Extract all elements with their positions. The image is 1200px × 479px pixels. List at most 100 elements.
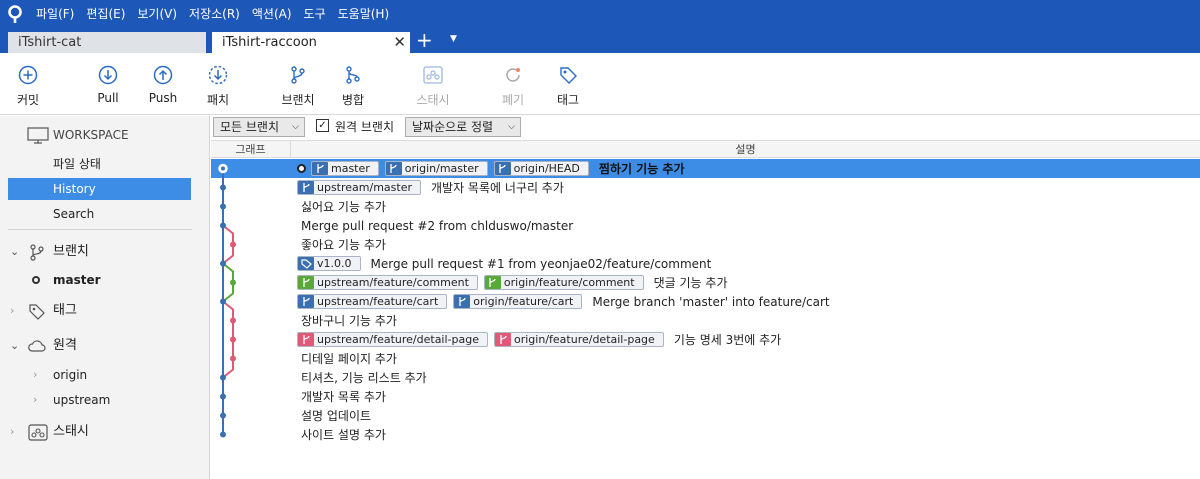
fetch-button[interactable]: 패치: [188, 65, 248, 108]
chevron-right-icon[interactable]: ›: [10, 300, 14, 322]
fetch-label: 패치: [206, 93, 230, 107]
commit-message: 디테일 페이지 추가: [301, 352, 397, 366]
sidebar-stashes-header[interactable]: › 스태시: [0, 421, 210, 443]
current-branch-icon: [297, 164, 306, 173]
branch-label: 브랜치: [281, 93, 315, 107]
sidebar-item-file-status[interactable]: 파일 상태: [0, 153, 210, 175]
sidebar-item-label: master: [53, 273, 101, 287]
branch-label-chip[interactable]: origin/feature/detail-page: [494, 332, 664, 347]
ref-name: v1.0.0: [317, 257, 352, 270]
commit-row[interactable]: upstream/feature/comment origin/feature/c…: [211, 273, 1200, 292]
push-button[interactable]: Push: [133, 65, 193, 105]
sidebar-item-history[interactable]: History: [8, 178, 191, 200]
commit-row[interactable]: master origin/master origin/HEAD 찜하기 기능 추가: [211, 159, 1200, 178]
commit-row-content: master origin/master origin/HEAD 찜하기 기능 추가: [297, 159, 685, 178]
ref-name: origin/HEAD: [513, 162, 580, 175]
toolbar: 커밋 Pull Push 패치 브랜치 병합 스태시 폐기 태그: [0, 53, 1200, 115]
graph-node-head-inner: [221, 166, 225, 171]
ref-name: origin/feature/detail-page: [514, 333, 655, 346]
commit-row[interactable]: 티셔츠, 기능 리스트 추가: [211, 368, 1200, 387]
commit-row[interactable]: upstream/feature/cart origin/feature/cart…: [211, 292, 1200, 311]
menu-item[interactable]: 액션(A): [246, 0, 298, 28]
commit-message: Merge pull request #2 from chlduswo/mast…: [301, 218, 574, 233]
menu-item[interactable]: 보기(V): [131, 0, 183, 28]
stash-button[interactable]: 스태시: [403, 65, 463, 108]
commit-button[interactable]: 커밋: [0, 65, 58, 108]
sort-dropdown[interactable]: 날짜순으로 정렬 ⌵: [405, 117, 521, 137]
commit-label: 커밋: [16, 93, 40, 107]
tag-label-chip[interactable]: v1.0.0: [297, 256, 361, 271]
branch-label-chip[interactable]: upstream/master: [297, 180, 421, 195]
branch-label-chip[interactable]: upstream/feature/detail-page: [297, 332, 488, 347]
merge-button[interactable]: 병합: [323, 65, 383, 108]
sidebar-item-label: History: [53, 182, 96, 196]
sidebar-item-upstream[interactable]: › upstream: [0, 389, 210, 411]
commit-row-content: 개발자 목록 추가: [297, 387, 386, 406]
menu-item[interactable]: 편집(E): [80, 0, 131, 28]
menu-item[interactable]: 도움말(H): [332, 0, 396, 28]
sidebar-tags-header[interactable]: › 태그: [0, 300, 210, 322]
branch-button[interactable]: 브랜치: [268, 65, 328, 108]
commit-row[interactable]: v1.0.0 Merge pull request #1 from yeonjae…: [211, 254, 1200, 273]
branch-label-chip[interactable]: origin/master: [384, 161, 488, 176]
commit-message: 찜하기 기능 추가: [598, 162, 685, 176]
close-icon[interactable]: ✕: [393, 32, 406, 53]
branch-label-chip[interactable]: origin/feature/comment: [483, 275, 644, 290]
menu-item[interactable]: 파일(F): [30, 0, 80, 28]
commit-row[interactable]: 좋아요 기능 추가: [211, 235, 1200, 254]
workspace-label: WORKSPACE: [53, 128, 129, 142]
menu-item[interactable]: 도구: [298, 0, 332, 28]
commit-row[interactable]: upstream/feature/detail-page origin/featu…: [211, 330, 1200, 349]
branch-label-chip[interactable]: origin/HEAD: [493, 161, 589, 176]
commit-row-content: 설명 업데이트: [297, 406, 371, 425]
sidebar-remotes-header[interactable]: ⌄ 원격: [0, 335, 210, 357]
branch-icon: [385, 162, 402, 175]
current-branch-icon: [32, 276, 40, 284]
branch-label-chip[interactable]: upstream/feature/cart: [297, 294, 448, 309]
tab-itshirt-raccoon[interactable]: iTshirt-raccoon ✕: [212, 32, 410, 53]
sidebar-item-label: Search: [53, 207, 95, 221]
sidebar-item-master[interactable]: master: [0, 269, 210, 291]
chevron-down-icon[interactable]: ⌄: [10, 335, 19, 357]
commit-row[interactable]: upstream/master 개발자 목록에 너구리 추가: [211, 178, 1200, 197]
discard-button[interactable]: 폐기: [483, 65, 543, 108]
column-description-header[interactable]: 설명: [291, 141, 1200, 158]
commit-row[interactable]: 개발자 목록 추가: [211, 387, 1200, 406]
commit-row[interactable]: Merge pull request #2 from chlduswo/mast…: [211, 216, 1200, 235]
sidebar-item-search[interactable]: Search: [0, 203, 210, 225]
commit-row[interactable]: 디테일 페이지 추가: [211, 349, 1200, 368]
chevron-right-icon[interactable]: ›: [33, 364, 37, 386]
tab-itshirt-cat[interactable]: iTshirt-cat: [8, 32, 206, 53]
chevron-down-icon[interactable]: ▼: [450, 34, 457, 44]
remote-branches-checkbox[interactable]: ✓: [316, 119, 329, 132]
branch-filter-dropdown[interactable]: 모든 브랜치 ⌵: [213, 117, 305, 137]
arrow-up-circle-icon: [153, 65, 173, 85]
stash-icon: [423, 66, 443, 84]
column-graph-header[interactable]: 그래프: [211, 141, 291, 158]
menu-item[interactable]: 저장소(R): [183, 0, 246, 28]
commit-row[interactable]: 설명 업데이트: [211, 406, 1200, 425]
commit-message: 기능 명세 3번에 추가: [673, 333, 782, 347]
branch-label-chip[interactable]: master: [311, 161, 379, 176]
plus-circle-icon: [18, 65, 38, 85]
chevron-right-icon[interactable]: ›: [10, 421, 14, 443]
commit-row[interactable]: 사이트 설명 추가: [211, 425, 1200, 444]
commit-row[interactable]: 싫어요 기능 추가: [211, 197, 1200, 216]
sidebar-branches-header[interactable]: ⌄ 브랜치: [0, 241, 210, 263]
branch-icon: [312, 162, 328, 175]
commit-row-content: 좋아요 기능 추가: [297, 235, 386, 254]
pull-button[interactable]: Pull: [78, 65, 138, 105]
commit-row[interactable]: 장바구니 기능 추가: [211, 311, 1200, 330]
branch-label-chip[interactable]: upstream/feature/comment: [297, 275, 478, 290]
add-tab-icon[interactable]: +: [416, 30, 433, 50]
graph-node: [230, 336, 236, 343]
commit-message: Merge branch 'master' into feature/cart: [592, 294, 830, 309]
chevron-right-icon[interactable]: ›: [33, 389, 37, 411]
commit-list: master origin/master origin/HEAD 찜하기 기능 추가 u…: [211, 159, 1200, 479]
sidebar-item-origin[interactable]: › origin: [0, 364, 210, 386]
tag-button[interactable]: 태그: [538, 65, 598, 108]
branch-label-chip[interactable]: origin/feature/cart: [453, 294, 583, 309]
chevron-down-icon[interactable]: ⌄: [10, 241, 19, 263]
graph-node: [230, 279, 236, 286]
tag-icon: [298, 257, 314, 270]
